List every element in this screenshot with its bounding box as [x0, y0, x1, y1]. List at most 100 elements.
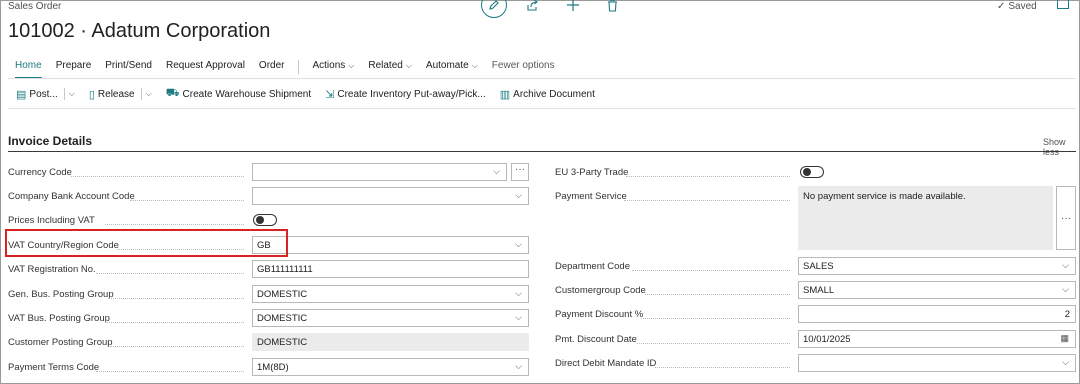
release-icon: ▯	[88, 88, 95, 101]
gen-bus-posting-group-select[interactable]: DOMESTIC ⌵	[252, 285, 529, 303]
new-button[interactable]	[566, 0, 580, 12]
tab-order[interactable]: Order	[259, 60, 285, 74]
share-icon	[526, 0, 538, 11]
toolbar-divider-line	[8, 108, 1076, 109]
direct-debit-mandate-id-label: Direct Debit Mandate ID	[555, 358, 657, 369]
vat-country-region-code-select[interactable]: GB ⌵	[252, 236, 529, 254]
department-code-select[interactable]: SALES ⌵	[798, 257, 1076, 275]
create-inventory-putaway-button[interactable]: ⇲ Create Inventory Put-away/Pick...	[325, 88, 486, 101]
tab-request-approval[interactable]: Request Approval	[166, 60, 245, 74]
popout-icon[interactable]	[1057, 0, 1069, 9]
company-bank-account-code-select[interactable]: ⌵	[252, 187, 529, 205]
section-title[interactable]: Invoice Details	[8, 134, 92, 148]
leader-dots	[624, 200, 790, 201]
archive-icon: ▥	[499, 88, 511, 101]
gen-bus-posting-group-label: Gen. Bus. Posting Group	[8, 289, 114, 300]
chevron-down-icon: ⌵	[515, 288, 522, 298]
payment-service-more-button[interactable]: ···	[1056, 186, 1076, 250]
chevron-down-icon: ⌵	[515, 312, 522, 322]
delete-icon	[607, 0, 617, 12]
leader-dots	[96, 273, 244, 274]
post-label: Post...	[29, 88, 58, 100]
post-button[interactable]: ▤ Post... ⌵	[16, 88, 75, 101]
tab-prepare[interactable]: Prepare	[56, 60, 92, 74]
payment-service-value: No payment service is made available.	[803, 191, 966, 202]
currency-code-input[interactable]: ⌵	[252, 163, 507, 181]
leader-dots	[637, 343, 790, 344]
chevron-down-icon: ⌵	[405, 61, 412, 70]
direct-debit-mandate-id-select[interactable]: ⌵	[798, 354, 1076, 372]
create-warehouse-shipment-label: Create Warehouse Shipment	[182, 88, 312, 100]
tab-related[interactable]: Related ⌵	[368, 60, 412, 74]
tab-actions[interactable]: Actions ⌵	[312, 60, 354, 74]
payment-terms-code-value: 1M(8D)	[257, 362, 289, 373]
action-menu: Home Prepare Print/Send Request Approval…	[15, 60, 569, 79]
payment-service-label: Payment Service	[555, 191, 627, 202]
vat-bus-posting-group-value: DOMESTIC	[257, 313, 308, 324]
customergroup-code-value: SMALL	[803, 285, 835, 296]
archive-document-button[interactable]: ▥ Archive Document	[500, 88, 595, 101]
saved-label: Saved	[1008, 1, 1037, 12]
vat-registration-no-label: VAT Registration No.	[8, 264, 96, 275]
chevron-down-icon: ⌵	[515, 190, 522, 200]
archive-document-label: Archive Document	[513, 88, 595, 100]
chevron-down-icon: ⌵	[515, 239, 522, 249]
vat-bus-posting-group-select[interactable]: DOMESTIC ⌵	[252, 309, 529, 327]
prices-including-vat-label: Prices Including VAT	[8, 215, 95, 226]
create-inventory-putaway-label: Create Inventory Put-away/Pick...	[337, 88, 486, 100]
menu-divider	[298, 60, 300, 74]
customer-posting-group-value: DOMESTIC	[257, 337, 308, 348]
chevron-down-icon: ⌵	[1062, 260, 1069, 270]
chevron-down-icon: ⌵	[348, 61, 355, 70]
split-divider	[140, 88, 142, 100]
tab-related-label: Related	[368, 60, 403, 71]
warehouse-shipment-icon: ⛟	[165, 87, 180, 99]
release-label: Release	[97, 88, 135, 100]
leader-dots	[108, 298, 244, 299]
delete-button[interactable]	[606, 0, 618, 12]
promoted-actions-toolbar: ▤ Post... ⌵ ▯ Release ⌵ ⛟ Create Warehou…	[16, 87, 609, 101]
highlight-annotation-box	[5, 229, 288, 257]
customergroup-code-select[interactable]: SMALL ⌵	[798, 281, 1076, 299]
leader-dots	[71, 176, 244, 177]
vat-bus-posting-group-label: VAT Bus. Posting Group	[8, 313, 110, 324]
leader-dots	[130, 200, 244, 201]
checkmark-icon: ✓	[997, 1, 1006, 12]
leader-dots	[655, 367, 790, 368]
customergroup-code-label: Customergroup Code	[555, 285, 646, 296]
eu-3-party-trade-toggle[interactable]	[800, 166, 824, 178]
currency-code-lookup-button[interactable]: ···	[511, 163, 529, 181]
share-button[interactable]	[525, 0, 539, 12]
fewer-options-link[interactable]: Fewer options	[492, 60, 555, 74]
calendar-icon[interactable]: ▦	[1060, 333, 1069, 344]
chevron-down-icon: ⌵	[515, 361, 522, 371]
payment-terms-code-select[interactable]: 1M(8D) ⌵	[252, 358, 529, 376]
tab-automate-label: Automate	[425, 60, 469, 71]
eu-3-party-trade-label: EU 3-Party Trade	[555, 167, 629, 178]
payment-discount-pct-input[interactable]: 2	[798, 305, 1076, 323]
add-icon	[567, 0, 579, 11]
leader-dots	[645, 294, 790, 295]
pmt-discount-date-value: 10/01/2025	[803, 334, 851, 345]
post-icon: ▤	[16, 88, 27, 101]
leader-dots	[626, 176, 790, 177]
create-warehouse-shipment-button[interactable]: ⛟ Create Warehouse Shipment	[166, 87, 311, 101]
tab-print-send[interactable]: Print/Send	[105, 60, 152, 74]
tab-automate[interactable]: Automate ⌵	[426, 60, 478, 74]
show-less-link[interactable]: Show less	[1043, 137, 1080, 157]
release-button[interactable]: ▯ Release ⌵	[89, 88, 152, 101]
department-code-label: Department Code	[555, 261, 630, 272]
section-divider	[8, 151, 1076, 152]
chevron-down-icon[interactable]: ⌵	[146, 89, 152, 99]
tab-home[interactable]: Home	[15, 60, 42, 79]
pmt-discount-date-input[interactable]: 10/01/2025 ▦	[798, 330, 1076, 348]
payment-discount-pct-value: 2	[1064, 309, 1070, 320]
currency-code-label: Currency Code	[8, 167, 72, 178]
page-kind-label: Sales Order	[8, 1, 62, 12]
toggle-knob	[803, 168, 811, 176]
vat-registration-no-input[interactable]: GB111111111	[252, 260, 529, 278]
department-code-value: SALES	[803, 261, 834, 272]
payment-service-textbox: No payment service is made available.	[798, 186, 1053, 250]
chevron-down-icon[interactable]: ⌵	[69, 89, 75, 99]
prices-including-vat-toggle[interactable]	[253, 214, 277, 226]
